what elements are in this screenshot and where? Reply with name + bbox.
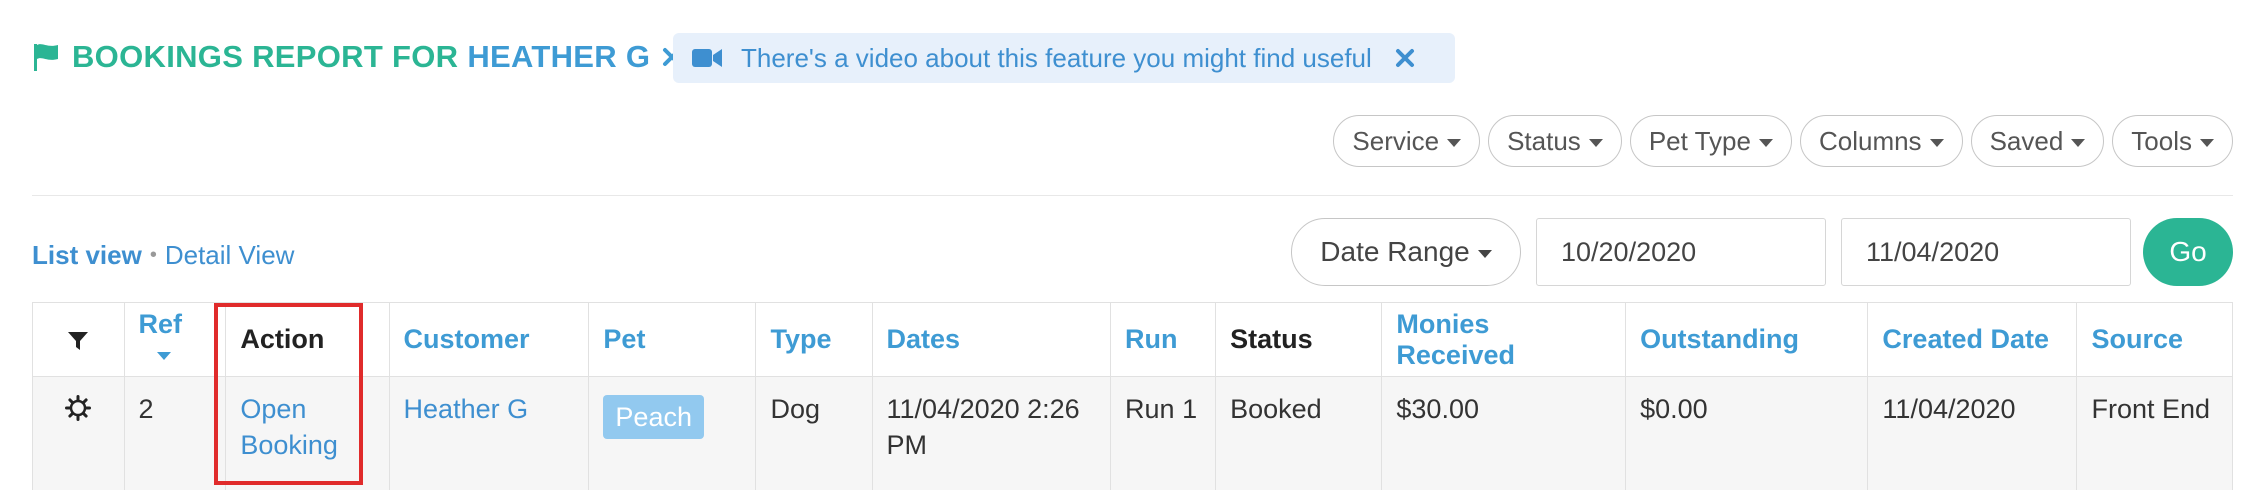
video-help-banner[interactable]: There's a video about this feature you m…	[673, 33, 1455, 83]
column-created-date[interactable]: Created Date	[1867, 302, 2078, 377]
cell-run: Run 1	[1110, 376, 1217, 490]
date-range-controls: Date Range Go	[1291, 218, 2233, 286]
column-dates[interactable]: Dates	[871, 302, 1112, 377]
column-customer[interactable]: Customer	[388, 302, 590, 377]
column-pet-label[interactable]: Pet	[603, 324, 645, 354]
service-dropdown[interactable]: Service	[1333, 115, 1481, 167]
close-icon[interactable]	[1394, 47, 1416, 69]
row-settings[interactable]	[32, 376, 125, 490]
divider	[32, 195, 2233, 196]
column-status: Status	[1215, 302, 1383, 377]
cell-dates: 11/04/2020 2:26 PM	[871, 376, 1112, 490]
saved-dropdown[interactable]: Saved	[1970, 115, 2105, 167]
view-separator: •	[149, 244, 157, 266]
customer-link[interactable]: Heather G	[404, 394, 529, 424]
column-outstanding-label[interactable]: Outstanding	[1640, 324, 1799, 354]
video-camera-icon	[692, 49, 722, 67]
cell-status: Booked	[1215, 376, 1383, 490]
column-outstanding[interactable]: Outstanding	[1625, 302, 1869, 377]
saved-dropdown-label: Saved	[1989, 125, 2064, 156]
pet-type-dropdown[interactable]: Pet Type	[1629, 115, 1792, 167]
pet-type-dropdown-label: Pet Type	[1648, 125, 1751, 156]
cell-ref: 2	[123, 376, 227, 490]
table-header-row: Ref Action Customer Pet Type Dates Run S…	[32, 302, 2233, 377]
caret-down-icon	[1477, 249, 1492, 258]
status-dropdown-label: Status	[1507, 125, 1581, 156]
open-booking-link[interactable]: Open Booking	[240, 394, 338, 460]
caret-down-icon	[2071, 138, 2086, 147]
filter-toolbar: Service Status Pet Type Columns Saved To…	[1333, 115, 2233, 167]
page-header: BOOKINGS REPORT FOR HEATHER G	[30, 32, 684, 82]
column-source[interactable]: Source	[2076, 302, 2233, 377]
cell-action: Open Booking	[225, 376, 390, 490]
filter-icon[interactable]	[67, 330, 89, 352]
date-range-label: Date Range	[1320, 236, 1470, 267]
column-source-label[interactable]: Source	[2091, 324, 2183, 354]
caret-down-icon	[1929, 138, 1944, 147]
status-dropdown[interactable]: Status	[1488, 115, 1622, 167]
column-ref-label[interactable]: Ref	[139, 309, 183, 339]
end-date-input[interactable]	[1841, 218, 2131, 286]
service-dropdown-label: Service	[1352, 125, 1440, 156]
page-title: BOOKINGS REPORT FOR HEATHER G	[72, 39, 650, 75]
start-date-input[interactable]	[1536, 218, 1826, 286]
bookings-table: Ref Action Customer Pet Type Dates Run S…	[32, 302, 2233, 490]
cell-customer: Heather G	[388, 376, 590, 490]
cell-outstanding: $0.00	[1625, 376, 1869, 490]
caret-down-icon	[2200, 138, 2214, 147]
tools-dropdown-label: Tools	[2131, 125, 2192, 156]
page-title-customer[interactable]: HEATHER G	[467, 39, 650, 75]
column-customer-label[interactable]: Customer	[404, 324, 530, 354]
date-range-dropdown[interactable]: Date Range	[1291, 218, 1521, 286]
cell-type: Dog	[755, 376, 873, 490]
video-banner-text[interactable]: There's a video about this feature you m…	[741, 43, 1372, 74]
cell-monies-received: $30.00	[1381, 376, 1627, 490]
tools-dropdown[interactable]: Tools	[2112, 115, 2233, 167]
column-action: Action	[225, 302, 390, 377]
page-title-prefix: BOOKINGS REPORT FOR	[72, 39, 459, 74]
column-run-label[interactable]: Run	[1125, 324, 1177, 354]
column-filter[interactable]	[32, 302, 125, 377]
go-button[interactable]: Go	[2143, 218, 2233, 286]
pet-tag[interactable]: Peach	[603, 395, 704, 439]
sort-desc-icon[interactable]	[156, 352, 171, 361]
column-type[interactable]: Type	[755, 302, 873, 377]
cell-source: Front End	[2076, 376, 2233, 490]
detail-view-link[interactable]: Detail View	[165, 240, 295, 271]
column-ref[interactable]: Ref	[123, 302, 227, 377]
column-monies-received-label[interactable]: Monies Received	[1396, 309, 1515, 370]
list-view-link[interactable]: List view	[32, 240, 142, 271]
columns-dropdown[interactable]: Columns	[1799, 115, 1963, 167]
cell-pet: Peach	[588, 376, 757, 490]
table-row: 2 Open Booking Heather G Peach Dog 11/04…	[32, 376, 2233, 490]
column-action-label: Action	[240, 324, 325, 354]
column-created-date-label[interactable]: Created Date	[1882, 324, 2049, 354]
cell-created-date: 11/04/2020	[1867, 376, 2078, 490]
columns-dropdown-label: Columns	[1818, 125, 1922, 156]
column-monies-received[interactable]: Monies Received	[1381, 302, 1627, 377]
caret-down-icon	[1588, 138, 1603, 147]
gear-icon[interactable]	[65, 395, 92, 421]
column-type-label[interactable]: Type	[770, 324, 831, 354]
column-dates-label[interactable]: Dates	[887, 324, 961, 354]
column-run[interactable]: Run	[1110, 302, 1217, 377]
column-pet[interactable]: Pet	[588, 302, 757, 377]
caret-down-icon	[1447, 138, 1462, 147]
flag-icon	[34, 44, 58, 71]
column-status-label: Status	[1230, 324, 1313, 354]
view-switcher: List view • Detail View	[32, 240, 294, 271]
caret-down-icon	[1758, 138, 1773, 147]
